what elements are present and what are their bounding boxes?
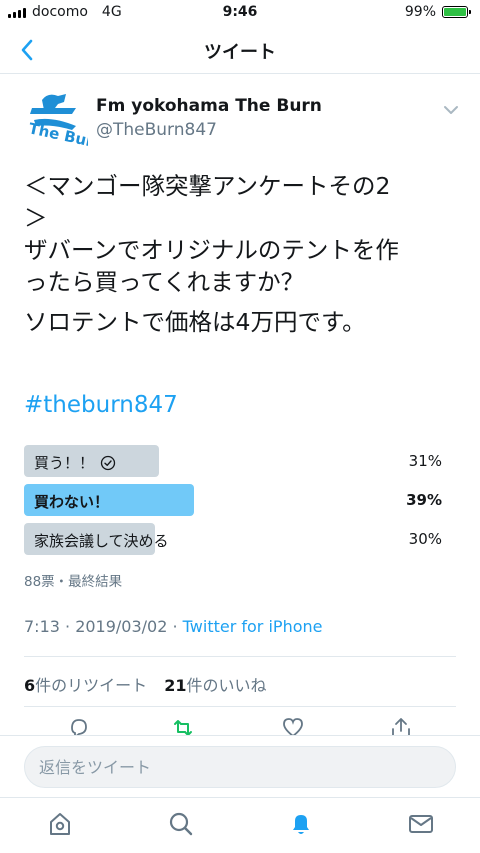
home-icon[interactable] <box>46 810 74 838</box>
timestamp-time: 7:13 · 2019/03/02 · <box>24 617 183 636</box>
poll-option-text: 家族会議して決める <box>34 532 169 550</box>
divider <box>24 706 456 707</box>
avatar[interactable]: The Burn <box>22 86 88 152</box>
like-label: 件のいいね <box>186 676 267 695</box>
divider <box>24 656 456 657</box>
tweet-line: ったら買ってくれますか？ <box>24 268 305 296</box>
page-title: ツイート <box>204 42 276 63</box>
hashtag-link[interactable]: #theburn847 <box>24 392 178 418</box>
poll-option-percent: 39% <box>406 491 442 509</box>
messages-icon[interactable] <box>407 810 435 838</box>
like-stat[interactable]: 21件のいいね <box>164 676 266 695</box>
status-bar: docomo 4G 9:46 99% <box>0 0 480 26</box>
battery-percent: 99% <box>404 4 436 20</box>
tweet-line: ＞ <box>24 204 48 232</box>
tweet-line: ザバーンでオリジナルのテントを作 <box>24 236 399 264</box>
tweet-timestamp: 7:13 · 2019/03/02 · Twitter for iPhone <box>24 617 322 636</box>
like-count: 21 <box>164 676 187 695</box>
poll-option-label: 家族会議して決める <box>34 530 169 551</box>
author-handle[interactable]: @TheBurn847 <box>96 120 217 140</box>
poll-option: 買わない！ 39% <box>24 484 454 516</box>
retweet-count: 6 <box>24 676 36 695</box>
status-right: 99% <box>404 4 471 20</box>
author-name[interactable]: Fm yokohama The Burn <box>96 96 322 116</box>
poll-option-label: 買う！！ <box>34 452 116 473</box>
poll-option-percent: 30% <box>408 530 442 548</box>
tab-bar <box>0 797 480 853</box>
reply-input[interactable] <box>24 746 456 788</box>
poll-option-text: 買う！！ <box>34 454 95 472</box>
source-link[interactable]: Twitter for iPhone <box>183 617 323 636</box>
poll-option-percent: 31% <box>408 452 442 470</box>
tweet-stats: 6件のリツイート 21件のいいね <box>24 672 267 696</box>
retweet-stat[interactable]: 6件のリツイート <box>24 676 147 695</box>
notifications-icon[interactable] <box>287 810 315 838</box>
poll-meta: 88票・最終結果 <box>24 574 123 590</box>
poll-option-label: 買わない！ <box>34 491 109 512</box>
poll-option: 買う！！ 31% <box>24 445 454 477</box>
poll-option-text: 買わない！ <box>34 493 110 511</box>
chevron-down-icon[interactable] <box>440 100 462 120</box>
voted-check-icon <box>100 455 116 470</box>
nav-bar: ツイート <box>0 26 480 74</box>
tweet-text: ＜マンゴー隊突撃アンケートその2 ＞ ザバーンでオリジナルのテントを作 ったら買… <box>24 170 464 338</box>
battery-icon <box>442 6 471 18</box>
search-icon[interactable] <box>167 810 195 838</box>
poll: 買う！！ 31% 買わない！ 39% 家族会議して決める 30% <box>24 445 454 562</box>
tweet-line: ＜マンゴー隊突撃アンケートその2 <box>24 172 391 200</box>
retweet-label: 件のリツイート <box>35 676 148 695</box>
reply-bar <box>0 735 480 797</box>
poll-option: 家族会議して決める 30% <box>24 523 454 555</box>
tweet-line: ソロテントで価格は4万円です。 <box>24 308 366 336</box>
